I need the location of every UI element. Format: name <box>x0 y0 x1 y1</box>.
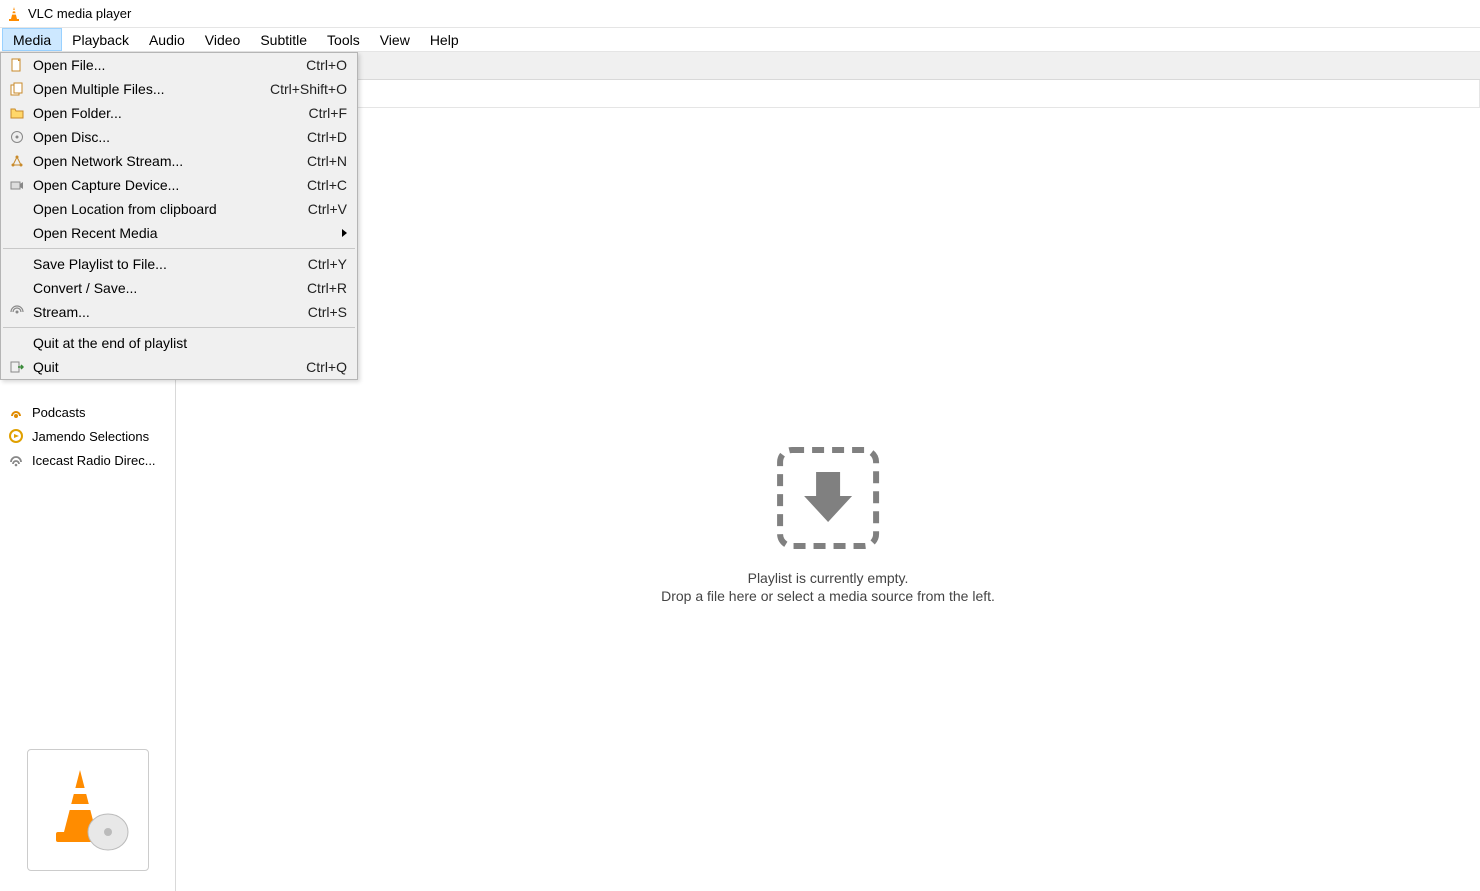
playlist-pane: Duration Album Playlist is currently emp… <box>176 80 1480 891</box>
menu-open-folder[interactable]: Open Folder... Ctrl+F <box>1 101 357 125</box>
menu-save-playlist[interactable]: Save Playlist to File... Ctrl+Y <box>1 252 357 276</box>
menu-item-label: Open File... <box>33 57 294 73</box>
menu-help[interactable]: Help <box>420 28 469 51</box>
vlc-cone-icon <box>6 6 22 22</box>
menubar: Media Playback Audio Video Subtitle Tool… <box>0 28 1480 52</box>
menu-item-label: Open Capture Device... <box>33 177 295 193</box>
file-icon <box>7 57 27 73</box>
media-menu-dropdown: Open File... Ctrl+O Open Multiple Files.… <box>0 52 358 380</box>
menu-item-shortcut: Ctrl+C <box>295 177 347 193</box>
menu-item-shortcut: Ctrl+S <box>296 304 347 320</box>
submenu-arrow-icon <box>342 229 347 237</box>
disc-icon <box>7 129 27 145</box>
menu-item-shortcut: Ctrl+N <box>295 153 347 169</box>
menu-item-shortcut: Ctrl+D <box>295 129 347 145</box>
dropzone-icon <box>774 444 882 552</box>
menu-item-label: Stream... <box>33 304 296 320</box>
menu-open-file[interactable]: Open File... Ctrl+O <box>1 53 357 77</box>
menu-item-label: Quit <box>33 359 294 375</box>
sidebar-item-icecast[interactable]: Icecast Radio Direc... <box>0 448 175 472</box>
menu-item-label: Open Multiple Files... <box>33 81 258 97</box>
icecast-icon <box>8 452 24 468</box>
empty-playlist-text-2: Drop a file here or select a media sourc… <box>661 588 995 604</box>
menu-view[interactable]: View <box>370 28 420 51</box>
menu-quit-end-playlist[interactable]: Quit at the end of playlist <box>1 331 357 355</box>
sidebar-item-podcasts[interactable]: Podcasts <box>0 400 175 424</box>
sidebar-item-label: Podcasts <box>32 405 85 420</box>
stream-icon <box>7 304 27 320</box>
column-header-album[interactable]: Album <box>254 80 1480 107</box>
menu-item-label: Save Playlist to File... <box>33 256 296 272</box>
menu-item-label: Convert / Save... <box>33 280 295 296</box>
menu-playback[interactable]: Playback <box>62 28 139 51</box>
jamendo-icon <box>8 428 24 444</box>
menu-open-disc[interactable]: Open Disc... Ctrl+D <box>1 125 357 149</box>
sidebar-item-label: Jamendo Selections <box>32 429 149 444</box>
quit-icon <box>7 359 27 375</box>
menu-video[interactable]: Video <box>195 28 251 51</box>
sidebar-item-label: Icecast Radio Direc... <box>32 453 156 468</box>
menu-item-shortcut: Ctrl+Q <box>294 359 347 375</box>
menu-item-label: Open Location from clipboard <box>33 201 296 217</box>
window-title: VLC media player <box>28 6 131 21</box>
menu-item-label: Open Folder... <box>33 105 297 121</box>
menu-open-network-stream[interactable]: Open Network Stream... Ctrl+N <box>1 149 357 173</box>
podcast-icon <box>8 404 24 420</box>
network-icon <box>7 153 27 169</box>
menu-convert-save[interactable]: Convert / Save... Ctrl+R <box>1 276 357 300</box>
titlebar: VLC media player <box>0 0 1480 28</box>
menu-item-shortcut: Ctrl+Y <box>296 256 347 272</box>
menu-item-shortcut: Ctrl+Shift+O <box>258 81 347 97</box>
menu-open-recent-media[interactable]: Open Recent Media <box>1 221 357 245</box>
menu-tools[interactable]: Tools <box>317 28 370 51</box>
menu-item-label: Open Network Stream... <box>33 153 295 169</box>
capture-icon <box>7 177 27 193</box>
album-art-placeholder <box>27 749 149 871</box>
menu-audio[interactable]: Audio <box>139 28 195 51</box>
playlist-empty-area[interactable]: Playlist is currently empty. Drop a file… <box>176 108 1480 891</box>
folder-icon <box>7 105 27 121</box>
menu-item-label: Open Disc... <box>33 129 295 145</box>
sidebar-item-jamendo[interactable]: Jamendo Selections <box>0 424 175 448</box>
menu-item-shortcut: Ctrl+F <box>297 105 348 121</box>
menu-separator <box>3 327 355 328</box>
menu-stream[interactable]: Stream... Ctrl+S <box>1 300 357 324</box>
menu-item-shortcut: Ctrl+R <box>295 280 347 296</box>
menu-quit[interactable]: Quit Ctrl+Q <box>1 355 357 379</box>
menu-separator <box>3 248 355 249</box>
column-headers: Duration Album <box>176 80 1480 108</box>
menu-subtitle[interactable]: Subtitle <box>250 28 317 51</box>
files-icon <box>7 81 27 97</box>
menu-item-shortcut: Ctrl+O <box>294 57 347 73</box>
menu-item-label: Open Recent Media <box>33 225 334 241</box>
menu-open-location-clipboard[interactable]: Open Location from clipboard Ctrl+V <box>1 197 357 221</box>
empty-playlist-text-1: Playlist is currently empty. <box>661 570 995 586</box>
menu-item-label: Quit at the end of playlist <box>33 335 335 351</box>
menu-item-shortcut: Ctrl+V <box>296 201 347 217</box>
menu-media[interactable]: Media <box>2 28 62 51</box>
menu-open-capture-device[interactable]: Open Capture Device... Ctrl+C <box>1 173 357 197</box>
menu-open-multiple-files[interactable]: Open Multiple Files... Ctrl+Shift+O <box>1 77 357 101</box>
